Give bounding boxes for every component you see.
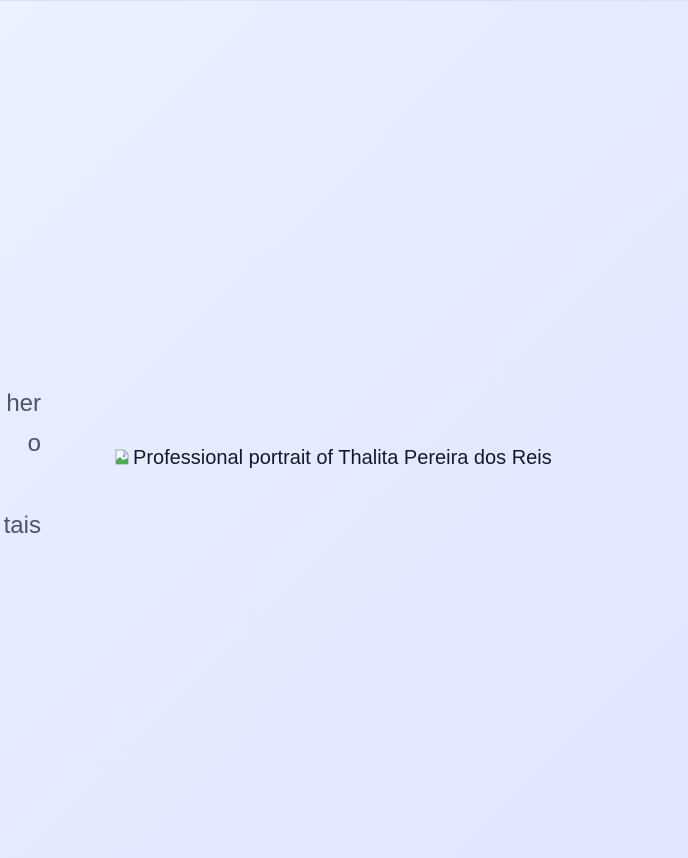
side-text-line-1: her xyxy=(6,390,41,417)
top-border xyxy=(0,0,688,1)
clipped-side-text: her o tais xyxy=(0,384,41,546)
side-text-spacer xyxy=(0,464,41,506)
broken-image-icon xyxy=(115,449,129,465)
profile-portrait-image: Professional portrait of Thalita Pereira… xyxy=(112,446,552,470)
side-text-line-2: o xyxy=(27,430,41,457)
side-text-line-3: tais xyxy=(3,512,41,539)
portrait-alt-text: Professional portrait of Thalita Pereira… xyxy=(133,447,552,469)
